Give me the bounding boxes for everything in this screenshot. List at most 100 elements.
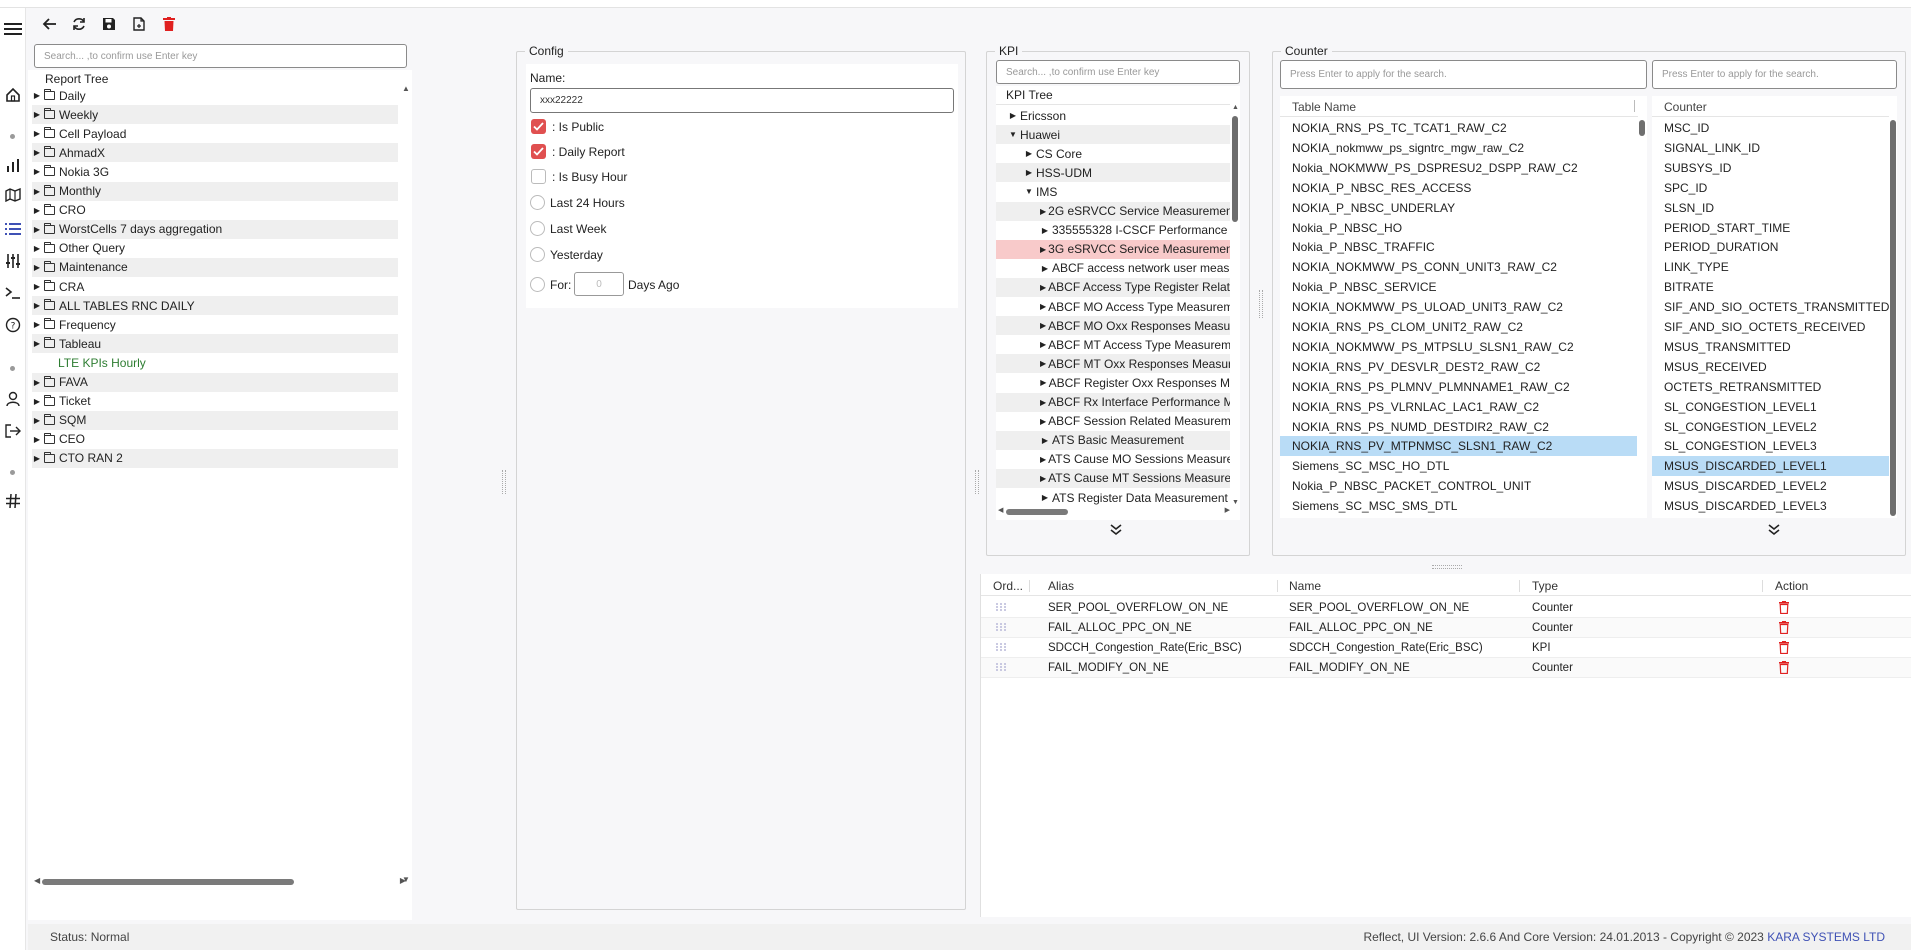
counter-row[interactable]: MSUS_DISCARDED_LEVEL2: [1652, 476, 1889, 496]
help-icon[interactable]: ?: [4, 316, 22, 334]
expand-caret-icon[interactable]: ▶: [1040, 245, 1046, 254]
report-tree-item[interactable]: ▶ Cell Payload: [32, 124, 398, 143]
expand-caret-icon[interactable]: ▶: [32, 206, 42, 215]
last-24-hours-radio[interactable]: [530, 195, 545, 210]
list-icon[interactable]: [4, 220, 22, 238]
expand-caret-icon[interactable]: ▶: [1040, 264, 1050, 273]
table-name-row[interactable]: NOKIA_RNS_PV_MTPNMSC_SLSN1_RAW_C2: [1280, 436, 1637, 457]
drag-handle-icon[interactable]: [995, 642, 1007, 655]
kpi-tree-item[interactable]: ▶ ABCF access network user meas: [996, 259, 1230, 278]
kpi-tree-item[interactable]: ▶ CS Core: [996, 144, 1230, 163]
grid-row[interactable]: SDCCH_Congestion_Rate(Eric_BSC) SDCCH_Con…: [981, 638, 1911, 658]
splitter-handle[interactable]: [502, 470, 506, 494]
expand-caret-icon[interactable]: ▶: [1040, 455, 1046, 464]
expand-caret-icon[interactable]: ▶: [1024, 168, 1034, 177]
sliders-icon[interactable]: [4, 252, 22, 270]
map-icon[interactable]: [4, 186, 22, 204]
delete-row-icon[interactable]: [1779, 601, 1789, 617]
report-tree-item[interactable]: ▶ Frequency: [32, 315, 398, 334]
table-name-row[interactable]: NOKIA_NOKMWW_PS_ULOAD_UNIT3_RAW_C2: [1280, 297, 1637, 317]
expand-caret-icon[interactable]: ▶: [32, 320, 42, 329]
counter-row[interactable]: BITRATE: [1652, 277, 1889, 297]
terminal-icon[interactable]: [4, 284, 22, 302]
counter-row[interactable]: LINK_TYPE: [1652, 257, 1889, 277]
expand-caret-icon[interactable]: ▶: [1040, 436, 1050, 445]
expand-caret-icon[interactable]: ▶: [1008, 111, 1018, 120]
report-tree-item[interactable]: ▶ WorstCells 7 days aggregation: [32, 219, 398, 239]
expand-caret-icon[interactable]: ▶: [32, 454, 42, 463]
kpi-tree-item[interactable]: ▶ ABCF MT Access Type Measurem: [996, 335, 1230, 354]
hash-icon[interactable]: [4, 492, 22, 510]
report-tree-item[interactable]: ▶ Other Query: [32, 239, 398, 258]
table-name-row[interactable]: Siemens_SC_MSC_HO_DTL: [1280, 456, 1637, 476]
counter-row[interactable]: SIF_AND_SIO_OCTETS_RECEIVED: [1652, 317, 1889, 337]
horizontal-scrollbar[interactable]: ◀ ▶: [34, 876, 406, 886]
kpi-tree-item[interactable]: ▶ ABCF MO Access Type Measurem: [996, 297, 1230, 316]
column-header-name[interactable]: Name: [1289, 579, 1321, 593]
table-name-row[interactable]: NOKIA_P_NBSC_RES_ACCESS: [1280, 178, 1637, 198]
kpi-tree-item[interactable]: ▶ ABCF MT Oxx Responses Measur: [996, 354, 1230, 374]
counter-row[interactable]: SPC_ID: [1652, 178, 1889, 198]
table-name-row[interactable]: NOKIA_RNS_PS_PLMNV_PLMNNAME1_RAW_C2: [1280, 377, 1637, 397]
report-search-input[interactable]: Search... ,to confirm use Enter key: [34, 44, 407, 68]
counter-row[interactable]: SL_CONGESTION_LEVEL2: [1652, 417, 1889, 437]
expand-caret-icon[interactable]: ▶: [32, 397, 42, 406]
kpi-tree-item[interactable]: ▶ ABCF Session Related Measurem: [996, 412, 1230, 431]
save-icon[interactable]: [98, 13, 120, 35]
table-name-row[interactable]: NOKIA_RNS_PS_NUMD_DESTDIR2_RAW_C2: [1280, 417, 1637, 437]
expand-caret-icon[interactable]: ▶: [32, 148, 42, 157]
table-name-row[interactable]: NOKIA_NOKMWW_PS_CONN_UNIT3_RAW_C2: [1280, 257, 1637, 277]
delete-row-icon[interactable]: [1779, 621, 1789, 637]
column-resize-handle[interactable]: [1634, 100, 1635, 112]
splitter-handle[interactable]: [1259, 290, 1263, 318]
new-file-icon[interactable]: [128, 13, 150, 35]
report-tree-item[interactable]: ▶ FAVA: [32, 372, 398, 392]
kpi-tree-item[interactable]: ▶ ABCF Access Type Register Relat: [996, 277, 1230, 297]
column-header-order[interactable]: Ord...: [993, 579, 1023, 593]
report-tree-item[interactable]: LTE KPIs Hourly: [32, 353, 398, 372]
delete-row-icon[interactable]: [1779, 661, 1789, 677]
last-week-radio[interactable]: [530, 221, 545, 236]
report-tree-item[interactable]: ▶ Tableau: [32, 334, 398, 354]
days-ago-input[interactable]: 0: [574, 272, 624, 296]
expand-caret-icon[interactable]: ▶: [1040, 378, 1047, 387]
table-search-input[interactable]: Press Enter to apply for the search.: [1280, 60, 1647, 89]
counter-row[interactable]: SUBSYS_ID: [1652, 158, 1889, 178]
refresh-icon[interactable]: [68, 13, 90, 35]
counter-vertical-scrollbar[interactable]: [1890, 118, 1897, 516]
name-input[interactable]: xxx22222: [530, 88, 954, 113]
grid-row[interactable]: SER_POOL_OVERFLOW_ON_NE SER_POOL_OVERFLOW…: [981, 598, 1911, 618]
counter-row[interactable]: MSUS_DISCARDED_LEVEL1: [1652, 456, 1889, 477]
expand-caret-icon[interactable]: ▶: [1040, 359, 1046, 368]
report-tree-item[interactable]: ▶ CTO RAN 2: [32, 448, 398, 468]
delete-row-icon[interactable]: [1779, 641, 1789, 657]
table-name-row[interactable]: Nokia_NOKMWW_PS_DSPRESU2_DSPP_RAW_C2: [1280, 158, 1637, 178]
kpi-tree-item[interactable]: ▶ ATS Register Data Measurement: [996, 488, 1230, 507]
counter-row[interactable]: SL_CONGESTION_LEVEL3: [1652, 436, 1889, 456]
counter-row[interactable]: MSC_ID: [1652, 118, 1889, 138]
report-tree-item[interactable]: ▶ Weekly: [32, 105, 398, 125]
expand-caret-icon[interactable]: ▶: [1040, 493, 1050, 502]
kpi-tree-item[interactable]: ▶ ATS Cause MT Sessions Measure: [996, 468, 1230, 488]
report-tree-item[interactable]: ▶ SQM: [32, 410, 398, 430]
kpi-tree-item[interactable]: ▼ IMS: [996, 182, 1230, 201]
table-name-row[interactable]: NOKIA_NOKMWW_PS_MTPSLU_SLSN1_RAW_C2: [1280, 337, 1637, 357]
kpi-tree-item[interactable]: ▶ ATS Basic Measurement: [996, 430, 1230, 450]
table-name-row[interactable]: Nokia_P_NBSC_TRAFFIC: [1280, 237, 1637, 257]
expand-caret-icon[interactable]: ▶: [1040, 417, 1046, 426]
back-arrow-icon[interactable]: [38, 13, 60, 35]
table-name-row[interactable]: NOKIA_nokmww_ps_signtrc_mgw_raw_C2: [1280, 138, 1637, 158]
counter-row[interactable]: PERIOD_START_TIME: [1652, 218, 1889, 238]
table-name-row[interactable]: Nokia_P_NBSC_SERVICE: [1280, 277, 1637, 297]
counter-expand-icon[interactable]: [1768, 524, 1784, 540]
kpi-search-input[interactable]: Search... ,to confirm use Enter key: [996, 60, 1240, 84]
logout-icon[interactable]: [4, 422, 22, 440]
user-icon[interactable]: [4, 390, 22, 408]
table-name-row[interactable]: NOKIA_RNS_PS_CLOM_UNIT2_RAW_C2: [1280, 317, 1637, 337]
expand-caret-icon[interactable]: ▶: [32, 187, 42, 196]
vertical-scrollbar[interactable]: ▲ ▼: [402, 84, 410, 884]
kpi-expand-icon[interactable]: [1110, 524, 1126, 540]
counter-row[interactable]: MSUS_RECEIVED: [1652, 357, 1889, 377]
expand-caret-icon[interactable]: ▶: [1040, 340, 1046, 349]
expand-caret-icon[interactable]: ▶: [1040, 302, 1046, 311]
